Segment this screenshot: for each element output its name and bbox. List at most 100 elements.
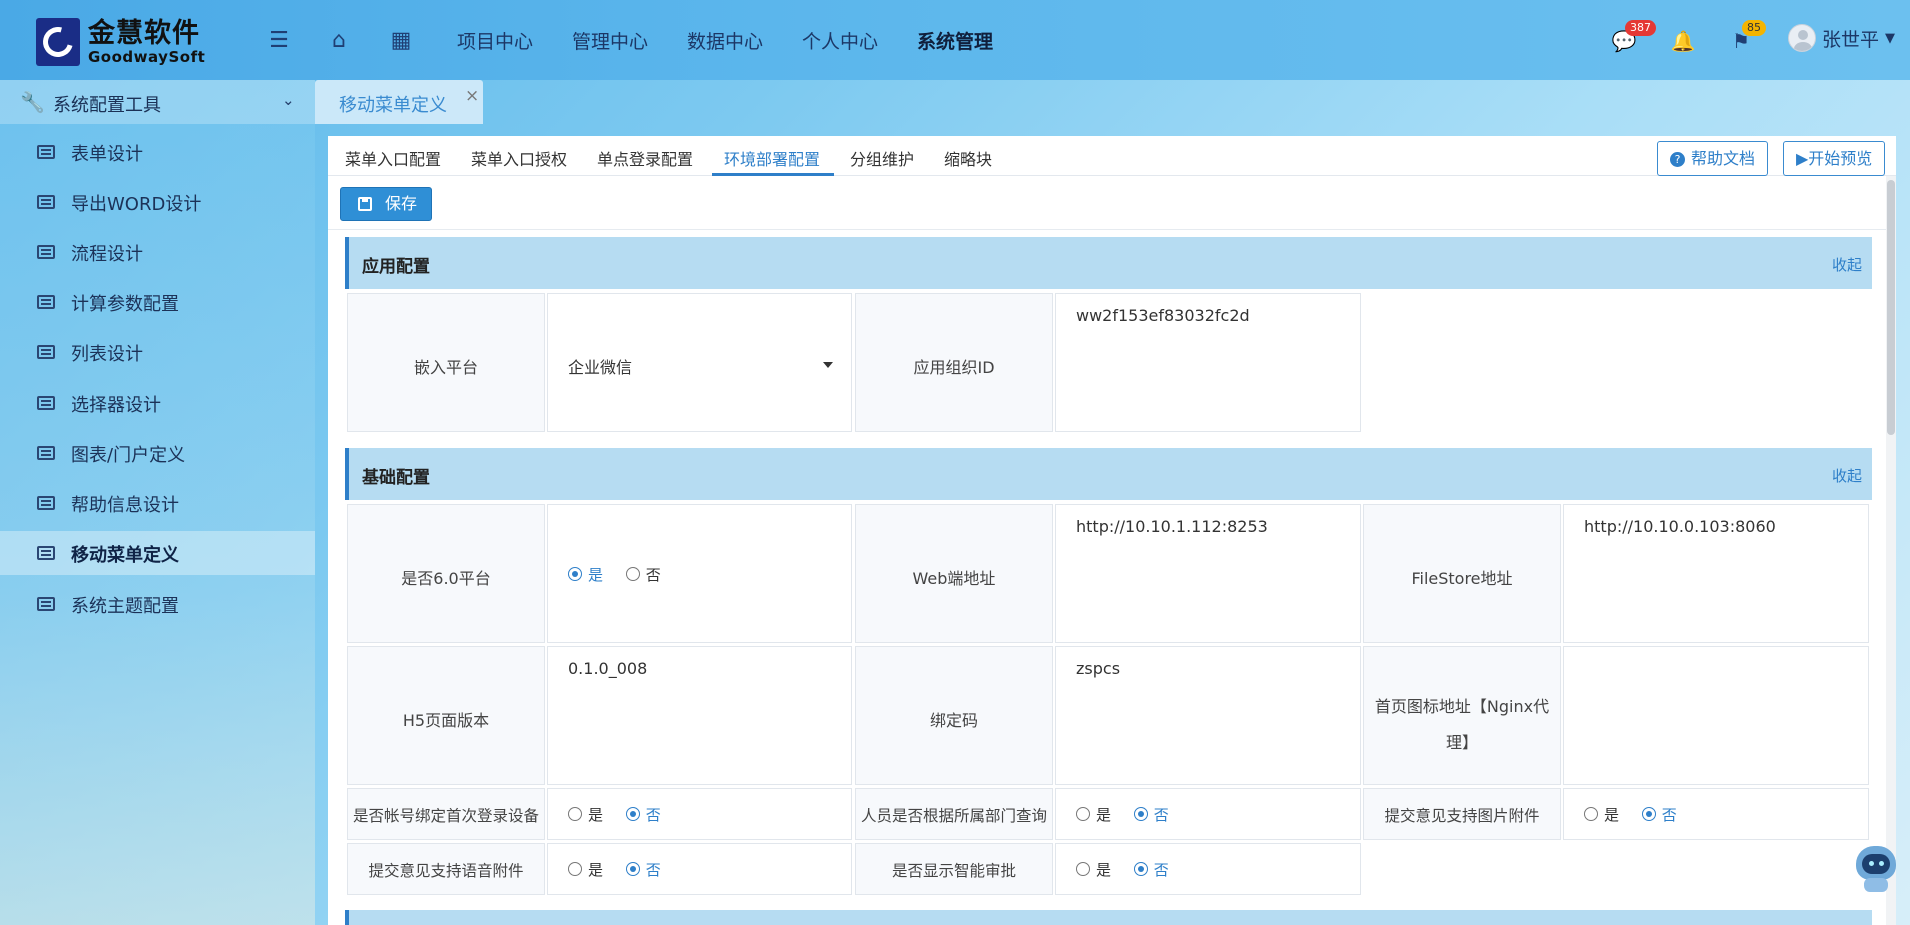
form-field-embed-platform: 企业微信	[547, 293, 852, 432]
smart-approval-radio-group: 是 否	[1076, 859, 1187, 880]
sidebar-item-mobile-menu[interactable]: 移动菜单定义	[0, 531, 315, 575]
radio-option-no[interactable]: 否	[625, 804, 661, 825]
radio-option-no[interactable]: 否	[625, 564, 661, 585]
nav-system-management[interactable]: 系统管理	[917, 27, 993, 54]
toolbar-divider	[328, 229, 1896, 230]
web-address-input[interactable]: http://10.10.1.112:8253	[1055, 504, 1361, 643]
active-subtab-indicator	[712, 173, 834, 176]
voice-attachment-radio-group: 是 否	[568, 859, 679, 880]
list-icon	[37, 295, 55, 309]
nav-management-center[interactable]: 管理中心	[572, 27, 648, 54]
sidebar-item-workflow-design[interactable]: 流程设计	[0, 230, 315, 274]
form-label-is-6-platform: 是否6.0平台	[347, 504, 545, 643]
section-header-app-config: 应用配置 收起	[345, 237, 1872, 289]
radio-option-yes[interactable]: 是	[1076, 804, 1111, 825]
flag-icon[interactable]: ⚑ 85	[1728, 20, 1766, 54]
grid-apps-icon[interactable]: ▦	[388, 28, 414, 54]
close-icon[interactable]: ×	[465, 86, 479, 106]
nav-data-center[interactable]: 数据中心	[687, 27, 763, 54]
nav-personal-center[interactable]: 个人中心	[802, 27, 878, 54]
subtab-thumbnail-block[interactable]: 缩略块	[944, 146, 992, 170]
form-label-dept-query: 人员是否根据所属部门查询	[855, 788, 1053, 840]
sidebar-item-word-export[interactable]: 导出WORD设计	[0, 180, 315, 224]
sidebar-item-help-info[interactable]: 帮助信息设计	[0, 481, 315, 525]
list-icon	[37, 195, 55, 209]
scrollbar-thumb[interactable]	[1887, 180, 1895, 435]
sidebar-item-theme-config[interactable]: 系统主题配置	[0, 582, 315, 626]
form-field-smart-approval: 是 否	[1055, 843, 1361, 895]
radio-option-yes[interactable]: 是	[568, 564, 603, 585]
list-icon	[37, 496, 55, 510]
bind-code-input[interactable]: zspcs	[1055, 646, 1361, 785]
flags-badge: 85	[1742, 20, 1766, 36]
start-preview-button[interactable]: ▶开始预览	[1783, 141, 1886, 176]
bell-icon[interactable]: 🔔	[1670, 28, 1696, 54]
embed-platform-select[interactable]: 企业微信	[568, 354, 843, 378]
list-icon	[37, 345, 55, 359]
app-org-id-input[interactable]: ww2f153ef83032fc2d	[1055, 293, 1361, 432]
top-bar: 金慧软件 GoodwaySoft ☰ ⌂ ▦ 项目中心 管理中心 数据中心 个人…	[0, 0, 1910, 80]
list-icon	[37, 145, 55, 159]
form-label-embed-platform: 嵌入平台	[347, 293, 545, 432]
form-field-image-attachment: 是 否	[1563, 788, 1869, 840]
radio-option-no[interactable]: 否	[625, 859, 661, 880]
help-doc-button[interactable]: ? 帮助文档	[1657, 141, 1769, 176]
form-label-app-org-id: 应用组织ID	[855, 293, 1053, 432]
form-field-voice-attachment: 是 否	[547, 843, 852, 895]
subtab-group-maintain[interactable]: 分组维护	[850, 146, 914, 170]
sidebar-item-list-design[interactable]: 列表设计	[0, 330, 315, 374]
section-title: 应用配置	[362, 257, 430, 277]
user-menu[interactable]: 张世平 ▼	[1788, 24, 1895, 52]
sidebar-item-form-design[interactable]: 表单设计	[0, 130, 315, 174]
radio-option-yes[interactable]: 是	[1076, 859, 1111, 880]
messages-icon[interactable]: 💬 387	[1611, 20, 1656, 54]
nav-project-center[interactable]: 项目中心	[457, 27, 533, 54]
form-label-h5-version: H5页面版本	[347, 646, 545, 785]
avatar	[1788, 24, 1816, 52]
menu-list-icon[interactable]: ☰	[266, 28, 292, 54]
radio-option-no[interactable]: 否	[1641, 804, 1677, 825]
form-label-bind-first-device: 是否帐号绑定首次登录设备	[347, 788, 545, 840]
radio-option-no[interactable]: 否	[1133, 804, 1169, 825]
form-field-dept-query: 是 否	[1055, 788, 1361, 840]
dropdown-arrow-icon	[823, 362, 833, 368]
chevron-down-icon: ⌄	[282, 91, 295, 109]
sidebar: 🔧 系统配置工具 ⌄ 表单设计 导出WORD设计 流程设计 计算参数配置 列表设…	[0, 80, 315, 925]
form-label-voice-attachment: 提交意见支持语音附件	[347, 843, 545, 895]
brand-logo[interactable]: 金慧软件 GoodwaySoft	[36, 16, 206, 68]
form-label-image-attachment: 提交意见支持图片附件	[1363, 788, 1561, 840]
form-label-filestore-address: FileStore地址	[1363, 504, 1561, 643]
next-section-header	[345, 910, 1872, 925]
home-icon-address-input[interactable]	[1563, 646, 1869, 785]
sidebar-group-header[interactable]: 🔧 系统配置工具 ⌄	[0, 80, 315, 124]
radio-option-yes[interactable]: 是	[1584, 804, 1619, 825]
subtab-sso-config[interactable]: 单点登录配置	[597, 146, 693, 170]
subtab-env-deploy-config[interactable]: 环境部署配置	[724, 146, 820, 170]
form-field-bind-first-device: 是 否	[547, 788, 852, 840]
sidebar-item-chart-portal[interactable]: 图表/门户定义	[0, 431, 315, 475]
radio-option-yes[interactable]: 是	[568, 804, 603, 825]
tab-mobile-menu-definition[interactable]: 移动菜单定义 ×	[315, 80, 483, 124]
list-icon	[37, 597, 55, 611]
sidebar-item-calc-params[interactable]: 计算参数配置	[0, 280, 315, 324]
collapse-link[interactable]: 收起	[1832, 465, 1862, 486]
subtab-menu-entry-config[interactable]: 菜单入口配置	[345, 146, 441, 170]
assistant-robot-icon[interactable]	[1854, 842, 1898, 894]
user-name: 张世平	[1822, 28, 1880, 51]
question-icon: ?	[1670, 152, 1685, 167]
sidebar-item-selector-design[interactable]: 选择器设计	[0, 381, 315, 425]
list-icon	[37, 546, 55, 560]
radio-option-yes[interactable]: 是	[568, 859, 603, 880]
radio-option-no[interactable]: 否	[1133, 859, 1169, 880]
h5-version-input[interactable]: 0.1.0_008	[547, 646, 852, 785]
form-label-smart-approval: 是否显示智能审批	[855, 843, 1053, 895]
home-icon[interactable]: ⌂	[326, 28, 352, 54]
brand-name-cn: 金慧软件	[88, 17, 200, 49]
filestore-address-input[interactable]: http://10.10.0.103:8060	[1563, 504, 1869, 643]
collapse-link[interactable]: 收起	[1832, 254, 1862, 275]
save-button[interactable]: 保存	[340, 187, 432, 221]
list-icon	[37, 245, 55, 259]
section-title: 基础配置	[362, 468, 430, 488]
wrench-icon: 🔧	[20, 90, 45, 114]
subtab-menu-entry-auth[interactable]: 菜单入口授权	[471, 146, 567, 170]
